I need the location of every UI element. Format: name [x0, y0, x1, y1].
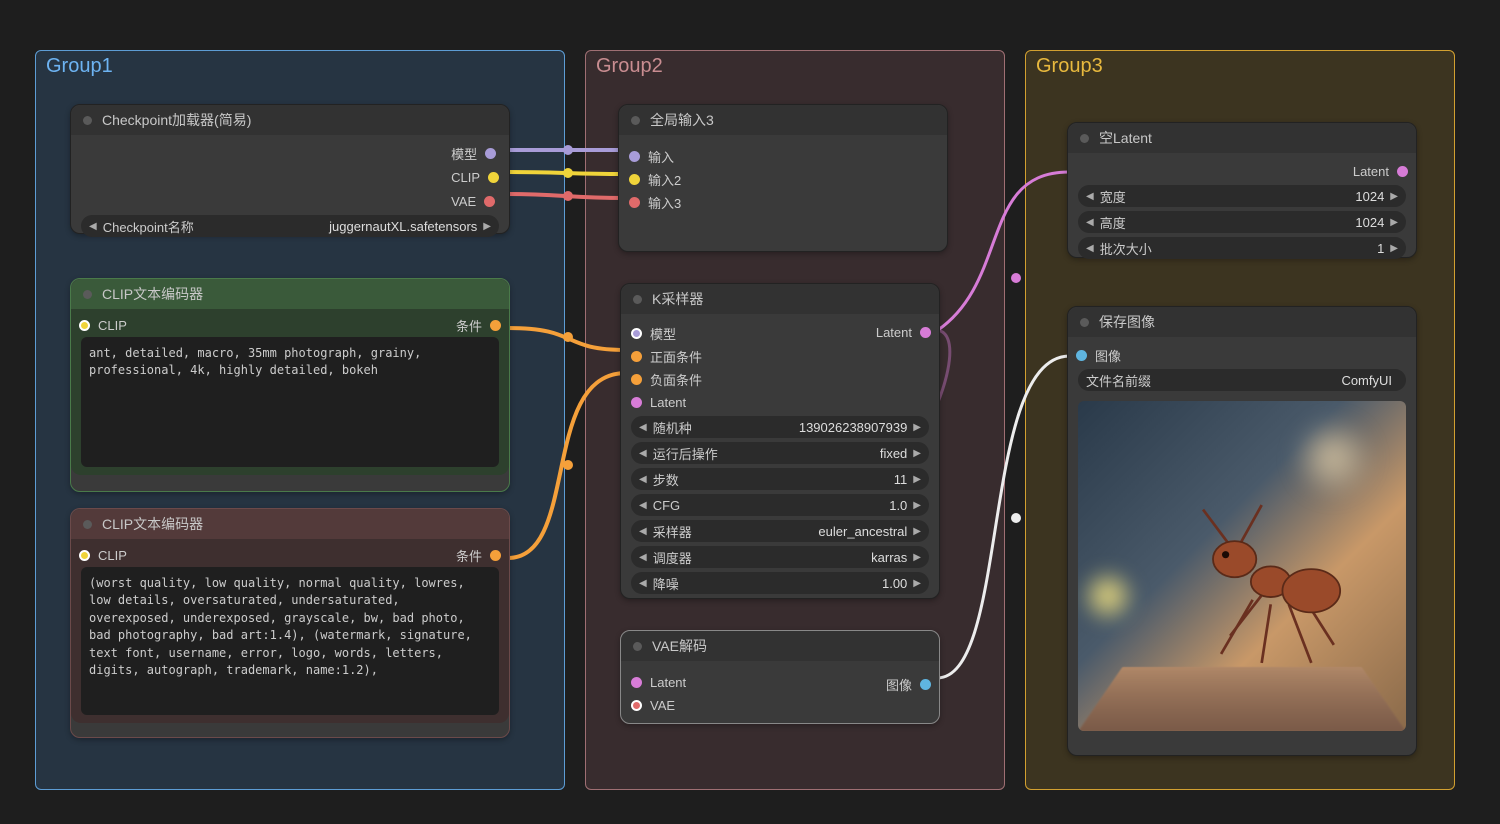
node-title: VAE解码	[652, 636, 707, 656]
node-empty-latent[interactable]: 空Latent Latent ◀宽度1024▶ ◀高度1024▶ ◀批次大小1▶	[1067, 122, 1417, 258]
input-clip[interactable]: CLIP	[79, 315, 127, 335]
control-after-widget[interactable]: ◀运行后操作fixed▶	[631, 442, 929, 464]
output-image[interactable]: 图像	[886, 674, 931, 694]
node-title: 空Latent	[1099, 128, 1152, 148]
group-title: Group2	[596, 55, 663, 78]
height-widget[interactable]: ◀高度1024▶	[1078, 211, 1406, 233]
node-vae-decode[interactable]: VAE解码 图像 Latent VAE	[620, 630, 940, 724]
prompt-text[interactable]: (worst quality, low quality, normal qual…	[81, 567, 499, 715]
node-global-input[interactable]: 全局输入3 输入 输入2 输入3	[618, 104, 948, 252]
input-positive[interactable]: 正面条件	[631, 346, 929, 366]
input-negative[interactable]: 负面条件	[631, 369, 929, 389]
node-title: 保存图像	[1099, 312, 1155, 332]
input-latent[interactable]: Latent	[631, 392, 929, 412]
checkpoint-name-widget[interactable]: ◀ Checkpoint名称 juggernautXL.safetensors …	[81, 215, 499, 237]
output-vae[interactable]: VAE	[451, 191, 499, 211]
ant-icon	[1176, 500, 1356, 682]
node-title: CLIP文本编码器	[102, 514, 203, 534]
node-clip-text-encode-negative[interactable]: CLIP文本编码器 CLIP 条件 (worst quality, low qu…	[70, 508, 510, 738]
group-title: Group1	[46, 55, 113, 78]
input-1[interactable]: 输入	[629, 146, 937, 166]
scheduler-widget[interactable]: ◀调度器karras▶	[631, 546, 929, 568]
filename-prefix-widget[interactable]: 文件名前缀ComfyUI	[1078, 369, 1406, 391]
output-conditioning[interactable]: 条件	[456, 545, 501, 565]
batch-widget[interactable]: ◀批次大小1▶	[1078, 237, 1406, 259]
output-model[interactable]: 模型	[451, 143, 499, 163]
chevron-right-icon: ▶	[483, 221, 491, 232]
node-checkpoint-loader[interactable]: Checkpoint加载器(简易) 模型 CLIP VAE ◀ Checkpoi…	[70, 104, 510, 234]
seed-widget[interactable]: ◀随机种139026238907939▶	[631, 416, 929, 438]
sampler-widget[interactable]: ◀采样器euler_ancestral▶	[631, 520, 929, 542]
node-title: CLIP文本编码器	[102, 284, 203, 304]
steps-widget[interactable]: ◀步数11▶	[631, 468, 929, 490]
node-ksampler[interactable]: K采样器 Latent 模型 正面条件 负面条件 Latent ◀随机种1390…	[620, 283, 940, 599]
width-widget[interactable]: ◀宽度1024▶	[1078, 185, 1406, 207]
node-clip-text-encode-positive[interactable]: CLIP文本编码器 CLIP 条件 ant, detailed, macro, …	[70, 278, 510, 492]
node-title: 全局输入3	[650, 110, 714, 130]
node-title: K采样器	[652, 289, 703, 309]
prompt-text[interactable]: ant, detailed, macro, 35mm photograph, g…	[81, 337, 499, 467]
node-title: Checkpoint加载器(简易)	[102, 110, 251, 130]
input-image[interactable]: 图像	[1076, 345, 1121, 365]
chevron-left-icon: ◀	[89, 221, 97, 232]
output-latent[interactable]: Latent	[876, 322, 931, 342]
output-clip[interactable]: CLIP	[451, 167, 499, 187]
group-title: Group3	[1036, 55, 1103, 78]
input-clip[interactable]: CLIP	[79, 545, 127, 565]
output-preview-image[interactable]	[1078, 401, 1406, 731]
cfg-widget[interactable]: ◀CFG1.0▶	[631, 494, 929, 516]
input-latent[interactable]: Latent	[631, 672, 929, 692]
output-conditioning[interactable]: 条件	[456, 315, 501, 335]
input-3[interactable]: 输入3	[629, 192, 937, 212]
denoise-widget[interactable]: ◀降噪1.00▶	[631, 572, 929, 594]
input-vae[interactable]: VAE	[631, 695, 929, 715]
output-latent[interactable]: Latent	[1353, 161, 1408, 181]
node-save-image[interactable]: 保存图像 图像 文件名前缀ComfyUI	[1067, 306, 1417, 756]
input-2[interactable]: 输入2	[629, 169, 937, 189]
